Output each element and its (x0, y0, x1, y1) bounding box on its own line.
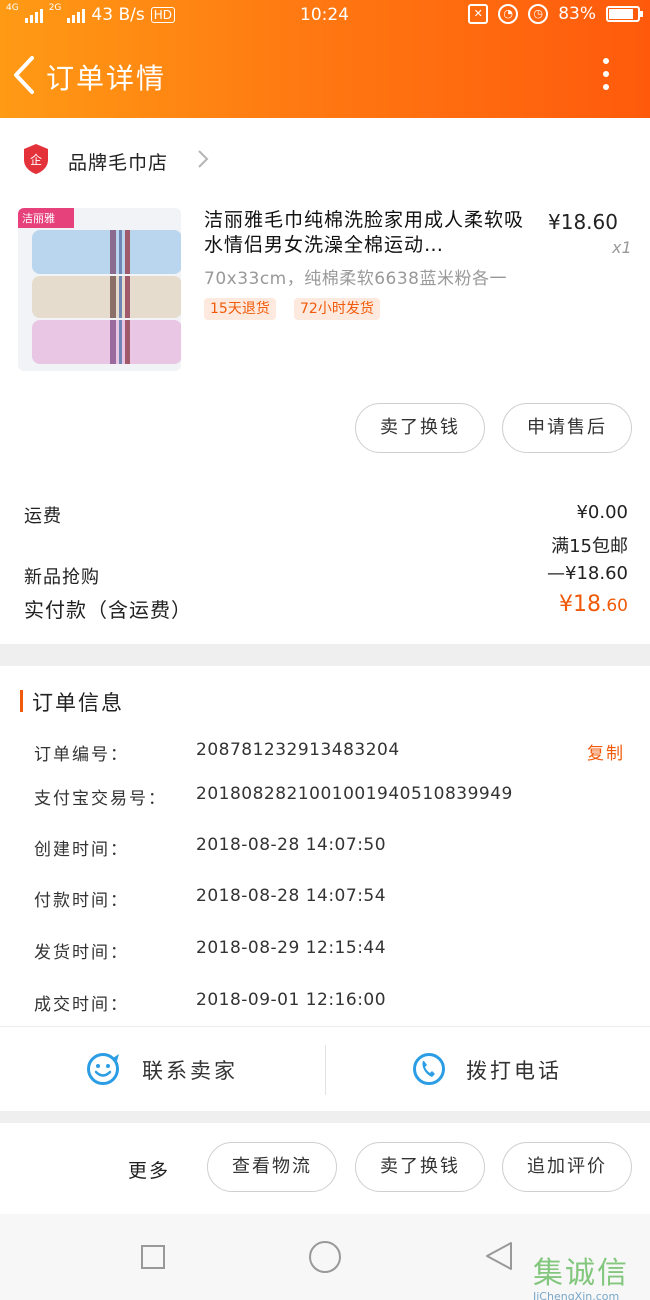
battery-percent: 83% (558, 4, 596, 24)
signal-icon-2 (67, 7, 86, 23)
product-quantity: x1 (612, 238, 632, 257)
alipay-trade-label: 支付宝交易号： (34, 789, 167, 809)
logistics-button[interactable]: 查看物流 (207, 1142, 337, 1192)
call-phone-label: 拨打电话 (466, 1059, 562, 1083)
hd-call-icon: HD (150, 7, 175, 23)
section-accent-bar (20, 690, 23, 712)
order-number-value: 208781232913483204 (196, 740, 400, 760)
sell-button[interactable]: 卖了换钱 (355, 403, 485, 453)
signal-icon (24, 7, 43, 23)
deal-time-label: 成交时间： (34, 995, 129, 1015)
after-sale-button[interactable]: 申请售后 (502, 403, 632, 453)
copy-button[interactable]: 复制 (587, 739, 625, 764)
total-value: ¥18.60 (559, 592, 628, 617)
back-arrow-icon[interactable] (10, 54, 38, 96)
back-nav-icon[interactable] (484, 1240, 514, 1272)
add-review-button[interactable]: 追加评价 (502, 1142, 632, 1192)
paid-time-value: 2018-08-28 14:07:54 (196, 886, 387, 906)
network-label-2: 2G (48, 3, 62, 13)
product-sku: 70x33cm，纯棉柔软6638蓝米粉各一 (204, 269, 507, 289)
alarm-icon: ◷ (528, 4, 549, 24)
status-time: 10:24 (300, 5, 349, 25)
call-phone-button[interactable]: 拨打电话 (326, 1027, 650, 1111)
shipping-value: ¥0.00 (576, 502, 628, 523)
section-divider (0, 644, 650, 666)
status-right: ✕ ◔ ◷ 83% (468, 4, 643, 24)
shipped-time-label: 发货时间： (34, 943, 129, 963)
shipping-note: 满15包邮 (551, 536, 628, 557)
shipped-time-value: 2018-08-29 12:15:44 (196, 938, 387, 958)
page-title: 订单详情 (46, 62, 167, 95)
total-label: 实付款（含运费） (24, 598, 192, 622)
watermark-logo: 集诚信 (533, 1256, 629, 1291)
home-icon[interactable] (309, 1241, 341, 1273)
status-left: 4G 2G 43 B/s HD (6, 3, 175, 25)
network-label-1: 4G (6, 3, 19, 13)
more-label[interactable]: 更多 (128, 1156, 170, 1183)
app-header: 4G 2G 43 B/s HD 10:24 ✕ ◔ ◷ 83% 订单详情 (0, 0, 650, 118)
phone-icon (413, 1053, 445, 1085)
promo-value: —¥18.60 (547, 563, 628, 584)
brand-logo-text: 洁丽雅 (22, 212, 55, 225)
shipping-label: 运费 (24, 506, 62, 527)
battery-icon (606, 6, 643, 22)
store-name[interactable]: 品牌毛巾店 (68, 148, 168, 175)
contact-seller-button[interactable]: 联系卖家 (0, 1027, 325, 1111)
chevron-right-icon[interactable] (196, 148, 210, 170)
return-tag: 15天退货 (204, 298, 276, 320)
contact-seller-label: 联系卖家 (142, 1059, 238, 1083)
mute-icon: ✕ (468, 4, 489, 24)
product-image[interactable]: 洁丽雅 (18, 208, 181, 371)
sell-button-bottom[interactable]: 卖了换钱 (355, 1142, 485, 1192)
order-info-title: 订单信息 (32, 691, 124, 715)
created-time-label: 创建时间： (34, 840, 129, 860)
product-title[interactable]: 洁丽雅毛巾纯棉洗脸家用成人柔软吸水情侣男女洗澡全棉运动… (204, 208, 534, 258)
svg-text:企: 企 (30, 152, 42, 167)
alipay-trade-value: 2018082821001001940510839949 (196, 784, 513, 804)
store-badge-icon: 企 (24, 144, 48, 174)
created-time-value: 2018-08-28 14:07:50 (196, 835, 387, 855)
promo-label: 新品抢购 (24, 567, 100, 588)
product-price: ¥18.60 (548, 210, 618, 234)
total-value-main: ¥18 (558, 592, 601, 617)
towel-image (18, 208, 181, 371)
more-menu-icon[interactable] (596, 58, 616, 94)
section-divider-2 (0, 1111, 650, 1123)
status-bar: 4G 2G 43 B/s HD 10:24 ✕ ◔ ◷ 83% (0, 0, 650, 32)
shipping-tag: 72小时发货 (294, 298, 380, 320)
order-number-label: 订单编号： (34, 745, 129, 765)
watermark: 集诚信 JiChengXin.com (533, 1248, 643, 1300)
deal-time-value: 2018-09-01 12:16:00 (196, 990, 387, 1010)
paid-time-label: 付款时间： (34, 891, 129, 911)
network-speed: 43 B/s (91, 5, 145, 25)
chat-icon (87, 1053, 119, 1085)
recent-apps-icon[interactable] (141, 1245, 165, 1269)
lock-rotation-icon: ◔ (498, 4, 519, 24)
total-value-cents: .60 (600, 596, 628, 616)
